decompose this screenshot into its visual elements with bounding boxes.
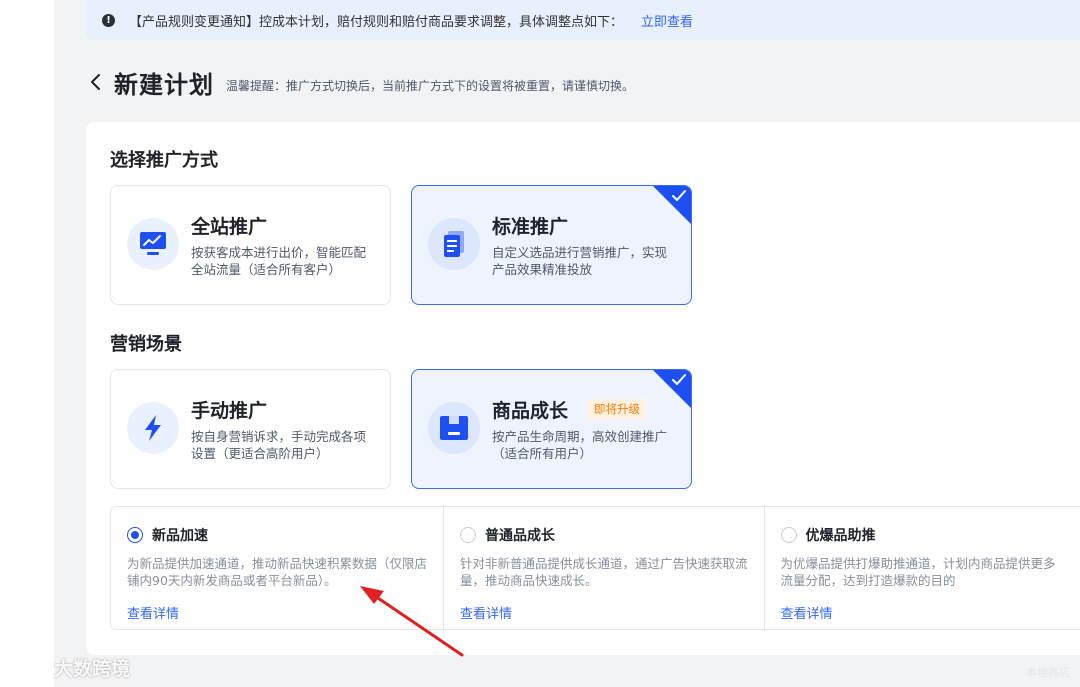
option-title: 商品成长 — [492, 400, 569, 422]
option-title: 标准推广 — [492, 216, 569, 238]
view-details-link[interactable]: 查看详情 — [460, 603, 512, 622]
chart-monitor-icon — [127, 218, 179, 270]
page-title: 新建计划 — [114, 70, 214, 99]
scene-radio-new-product[interactable]: 新品加速 — [127, 525, 427, 545]
scene-title: 普通品成长 — [485, 528, 556, 544]
option-manual[interactable]: 手动推广 按自身营销诉求，手动完成各项设置（更适合高阶用户） — [110, 369, 391, 489]
left-strip — [0, 0, 54, 687]
scene-desc-line1: 为新品提供加速通道，推动新品快速积累数据（仅限店 — [127, 556, 428, 571]
chevron-left-icon — [91, 74, 100, 90]
info-icon: ! — [102, 13, 115, 27]
option-title: 全站推广 — [191, 216, 268, 238]
option-desc: 按自身营销诉求，手动完成各项设置（更适合高阶用户） — [191, 429, 367, 461]
option-desc: 按获客成本进行出价，智能匹配全站流量（适合所有客户） — [191, 245, 367, 277]
box-icon — [428, 402, 480, 454]
option-title: 手动推广 — [191, 400, 268, 422]
check-icon — [672, 374, 686, 385]
page-tip: 温馨提醒：推广方式切换后，当前推广方式下的设置将被重置，请谨慎切换。 — [226, 78, 635, 93]
scene-desc-line2: 流量分配，达到打造爆款的目的 — [780, 573, 956, 588]
scene-desc-line2: 铺内90天内新发商品或者平台新品）。 — [127, 573, 337, 588]
scene-desc-line1: 针对非新普通品提供成长通道，通过广告快速获取流 — [460, 556, 748, 571]
radio-unselected[interactable] — [780, 527, 797, 543]
option-desc: 按产品生命周期，高效创建推广（适合所有用户） — [492, 429, 668, 461]
page-header: 新建计划 温馨提醒：推广方式切换后，当前推广方式下的设置将被重置，请谨慎切换。 — [86, 60, 634, 104]
marketing-section-title: 营销场景 — [110, 334, 182, 355]
notice-bar: ! 【产品规则变更通知】控成本计划，赔付规则和赔付商品要求调整，具体调整点如下：… — [86, 0, 1080, 40]
plan-panel: 选择推广方式 全站推广 按获客成本进行出价，智能匹配全站流量（适合所有客户） 标… — [86, 122, 1080, 655]
scene-radio-normal-growth[interactable]: 普通品成长 — [460, 525, 748, 545]
scene-new-product: 新品加速 为新品提供加速通道，推动新品快速积累数据（仅限店 铺内90天内新发商品… — [111, 507, 445, 629]
radio-unselected[interactable] — [460, 527, 477, 543]
radio-selected[interactable] — [127, 527, 143, 543]
view-details-link[interactable]: 查看详情 — [127, 603, 179, 622]
scene-title: 新品加速 — [152, 528, 208, 544]
page: ! 【产品规则变更通知】控成本计划，赔付规则和赔付商品要求调整，具体调整点如下：… — [54, 0, 1080, 687]
notice-text: 【产品规则变更通知】控成本计划，赔付规则和赔付商品要求调整，具体调整点如下： — [129, 14, 624, 30]
check-icon — [672, 190, 686, 201]
scene-desc-line2: 量，推动商品快速成长。 — [460, 573, 598, 588]
scene-normal-growth: 普通品成长 针对非新普通品提供成长通道，通过广告快速获取流 量，推动商品快速成长… — [444, 507, 765, 629]
option-desc: 自定义选品进行营销推广，实现产品效果精准投放 — [492, 245, 668, 277]
scene-radio-hot-boost[interactable]: 优爆品助推 — [780, 525, 1064, 545]
scene-title: 优爆品助推 — [805, 528, 876, 544]
back-button[interactable] — [86, 70, 106, 94]
option-standard[interactable]: 标准推广 自定义选品进行营销推广，实现产品效果精准投放 — [411, 185, 692, 305]
upgrade-badge: 即将升级 — [588, 399, 646, 419]
lightning-icon — [127, 402, 179, 454]
view-details-link[interactable]: 查看详情 — [781, 603, 833, 622]
watermark: 大数跨境 — [10, 654, 130, 681]
option-full-site[interactable]: 全站推广 按获客成本进行出价，智能匹配全站流量（适合所有客户） — [110, 185, 391, 305]
option-product-growth[interactable]: 商品成长 即将升级 按产品生命周期，高效创建推广（适合所有用户） — [411, 369, 692, 489]
footer-faint-text: 本地商店 — [1026, 666, 1070, 679]
scene-options: 新品加速 为新品提供加速通道，推动新品快速积累数据（仅限店 铺内90天内新发商品… — [110, 506, 1080, 630]
promotion-section-title: 选择推广方式 — [110, 150, 218, 171]
watermark-text: 大数跨境 — [54, 658, 131, 680]
scene-hot-boost: 优爆品助推 为优爆品提供打爆助推通道，计划内商品提供更多 流量分配，达到打造爆款… — [765, 507, 1080, 629]
watermark-logo-icon — [10, 657, 45, 677]
scene-desc-line1: 为优爆品提供打爆助推通道，计划内商品提供更多 — [780, 556, 1056, 571]
view-now-link[interactable]: 立即查看 — [641, 11, 693, 30]
document-icon — [428, 218, 480, 270]
